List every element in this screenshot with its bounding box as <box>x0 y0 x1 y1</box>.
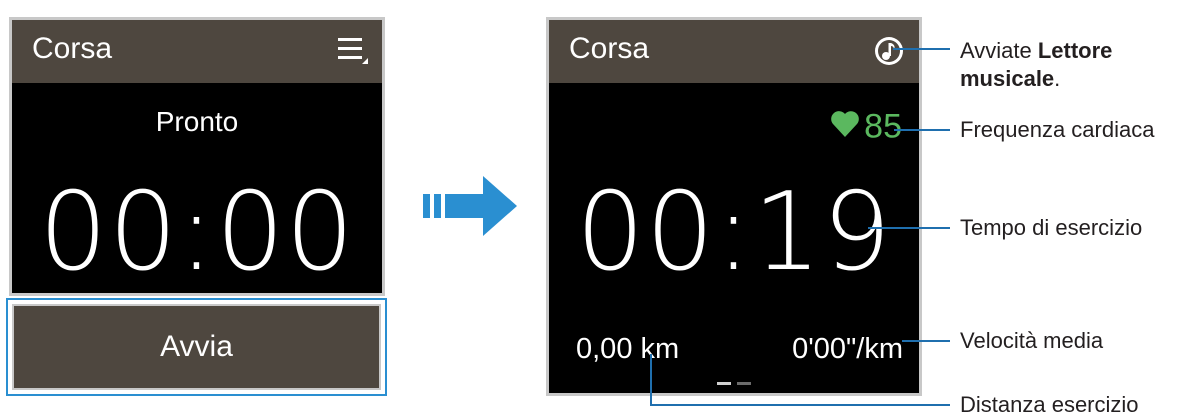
left-screen-body: Corsa Pronto 00:00 <box>12 20 382 295</box>
timer: 00:00 <box>38 170 356 295</box>
distance-value: 0,00 km <box>576 333 680 365</box>
callout-avg-speed: Velocità media <box>960 328 1104 353</box>
callout-distance: Distanza esercizio <box>960 392 1139 417</box>
right-watch-screen: Corsa 85 00:19 0,00 km 0'00"/km <box>546 17 922 396</box>
heart-icon <box>830 108 860 147</box>
callout-line-heart-rate <box>894 129 950 131</box>
right-header: Corsa <box>549 20 919 83</box>
left-watch-screen: Corsa Pronto 00:00 <box>9 17 385 296</box>
arrow-icon <box>423 176 519 236</box>
page-title: Corsa <box>32 32 113 65</box>
menu-icon[interactable] <box>338 36 368 64</box>
callout-line-distance-vertical <box>650 354 652 406</box>
callout-line-avg-speed <box>902 340 950 342</box>
callout-line-music <box>893 48 950 50</box>
callout-line-distance-horizontal <box>650 404 950 406</box>
heart-rate-display: 85 <box>830 106 902 147</box>
heart-rate-value: 85 <box>864 107 902 146</box>
exercise-timer: 00:19 <box>575 170 893 295</box>
music-note-icon[interactable] <box>873 35 905 67</box>
page-title: Corsa <box>569 32 650 65</box>
callout-music-player: Avviate Lettore musicale. <box>960 38 1113 91</box>
page-indicator-active <box>717 382 731 385</box>
left-header: Corsa <box>12 20 382 83</box>
pace-value: 0'00"/km <box>792 333 903 365</box>
callout-exercise-time: Tempo di esercizio <box>960 215 1143 240</box>
status-text: Pronto <box>155 106 239 137</box>
right-screen-body: Corsa 85 00:19 0,00 km 0'00"/km <box>549 20 919 393</box>
callout-line-exercise-time <box>868 227 950 229</box>
callout-heart-rate: Frequenza cardiaca <box>960 117 1155 142</box>
start-button-highlight: Avvia <box>6 298 387 396</box>
start-button[interactable]: Avvia <box>12 304 381 390</box>
page-indicator-inactive <box>737 382 751 385</box>
